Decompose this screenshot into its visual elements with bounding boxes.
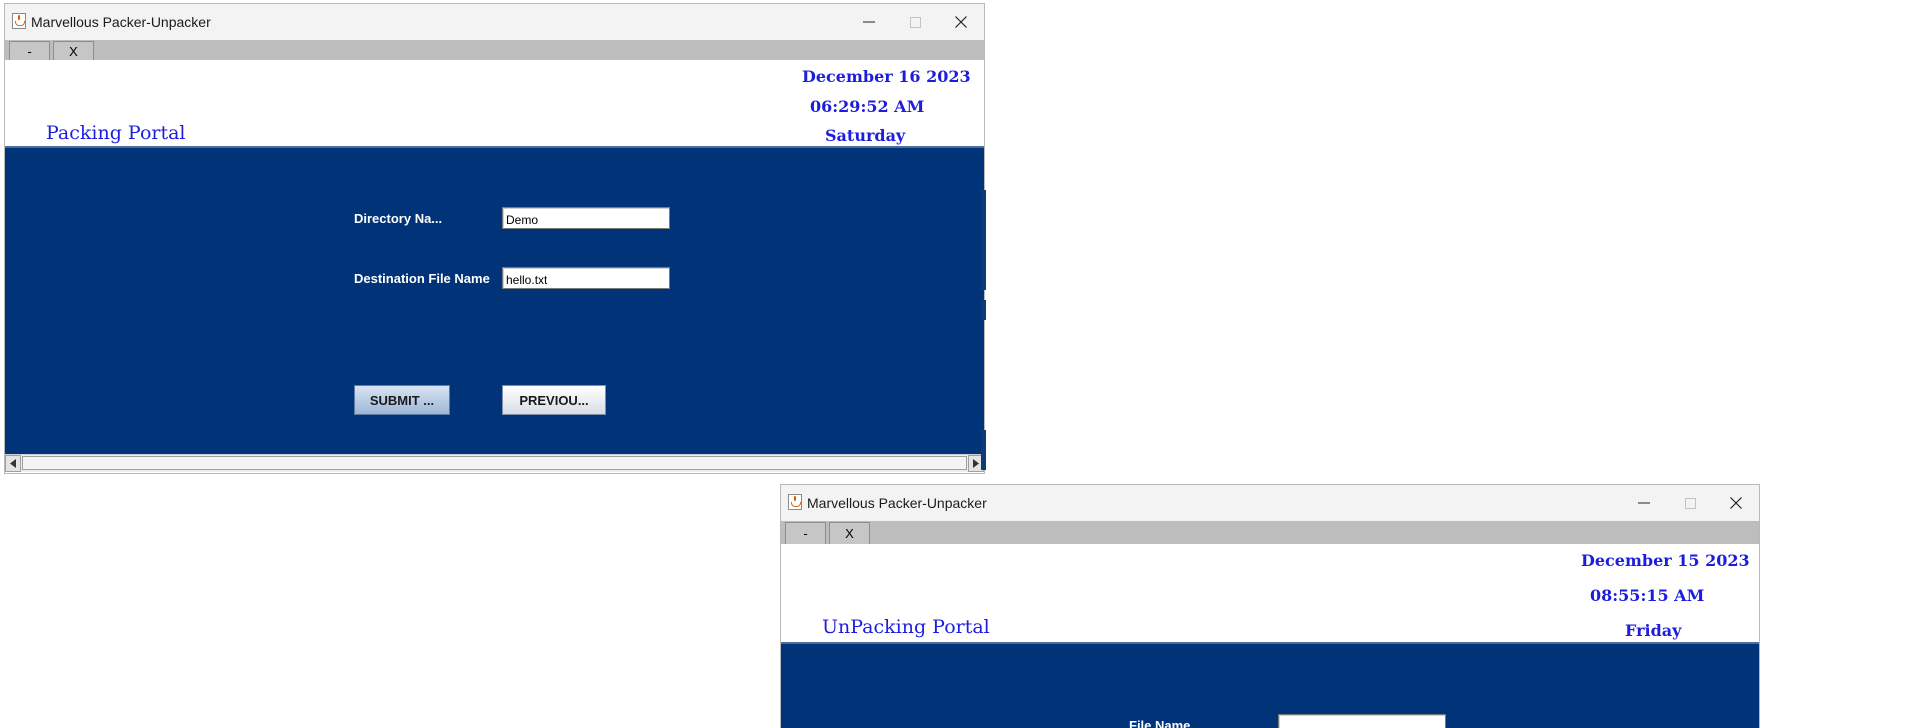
scroll-thumb[interactable] [22, 456, 967, 470]
time-label: 08:55:15 AM [1590, 586, 1705, 605]
portal-header: UnPacking Portal December 15 2023 08:55:… [781, 544, 1759, 644]
tab-close[interactable]: X [53, 41, 94, 60]
packing-window: Marvellous Packer-Unpacker - X Packing P… [4, 3, 985, 474]
scroll-right-icon [973, 459, 979, 468]
destination-file-name-input[interactable] [502, 267, 670, 289]
form-panel: File Name [781, 644, 1759, 728]
tab-minimize[interactable]: - [9, 41, 50, 60]
file-name-input[interactable] [1278, 714, 1446, 728]
file-name-label: File Name [1129, 718, 1191, 728]
background-window-edge [981, 190, 986, 290]
unpacking-window: Marvellous Packer-Unpacker - X UnPacking… [780, 484, 1760, 728]
day-label: Friday [1625, 621, 1682, 640]
tab-close[interactable]: X [829, 522, 870, 544]
tab-bar: - X [5, 40, 984, 60]
portal-header: Packing Portal December 16 2023 06:29:52… [5, 60, 984, 148]
minimize-button[interactable] [1621, 485, 1667, 521]
day-label: Saturday [825, 126, 906, 145]
tab-bar: - X [781, 521, 1759, 544]
time-label: 06:29:52 AM [810, 97, 925, 116]
date-label: December 15 2023 [1581, 551, 1750, 570]
minimize-icon [863, 21, 875, 23]
page-title: UnPacking Portal [822, 616, 990, 638]
maximize-icon [1684, 497, 1696, 509]
scroll-left-button[interactable] [5, 455, 21, 472]
window-titlebar[interactable]: Marvellous Packer-Unpacker [5, 4, 984, 40]
destination-file-name-label: Destination File Name [354, 271, 490, 286]
maximize-button[interactable] [1667, 485, 1713, 521]
horizontal-scrollbar[interactable] [5, 454, 984, 472]
page-title: Packing Portal [46, 122, 186, 144]
maximize-button[interactable] [892, 4, 938, 40]
submit-button[interactable]: SUBMIT ... [354, 385, 450, 415]
close-icon [1730, 497, 1742, 509]
form-panel: Directory Na... Destination File Name SU… [5, 148, 984, 454]
window-title: Marvellous Packer-Unpacker [807, 495, 987, 511]
background-window-edge [981, 300, 986, 320]
minimize-button[interactable] [846, 4, 892, 40]
close-button[interactable] [1713, 485, 1759, 521]
background-window-edge [981, 430, 986, 470]
java-cup-icon [12, 13, 26, 29]
maximize-icon [909, 16, 921, 28]
java-cup-icon [788, 494, 802, 510]
tab-minimize[interactable]: - [785, 522, 826, 544]
close-icon [955, 16, 967, 28]
previous-button[interactable]: PREVIOU... [502, 385, 606, 415]
window-titlebar[interactable]: Marvellous Packer-Unpacker [781, 485, 1759, 521]
window-title: Marvellous Packer-Unpacker [31, 14, 211, 30]
close-button[interactable] [938, 4, 984, 40]
scroll-left-icon [10, 459, 16, 468]
minimize-icon [1638, 502, 1650, 504]
date-label: December 16 2023 [802, 67, 971, 86]
directory-name-input[interactable] [502, 207, 670, 229]
directory-name-label: Directory Na... [354, 211, 443, 226]
